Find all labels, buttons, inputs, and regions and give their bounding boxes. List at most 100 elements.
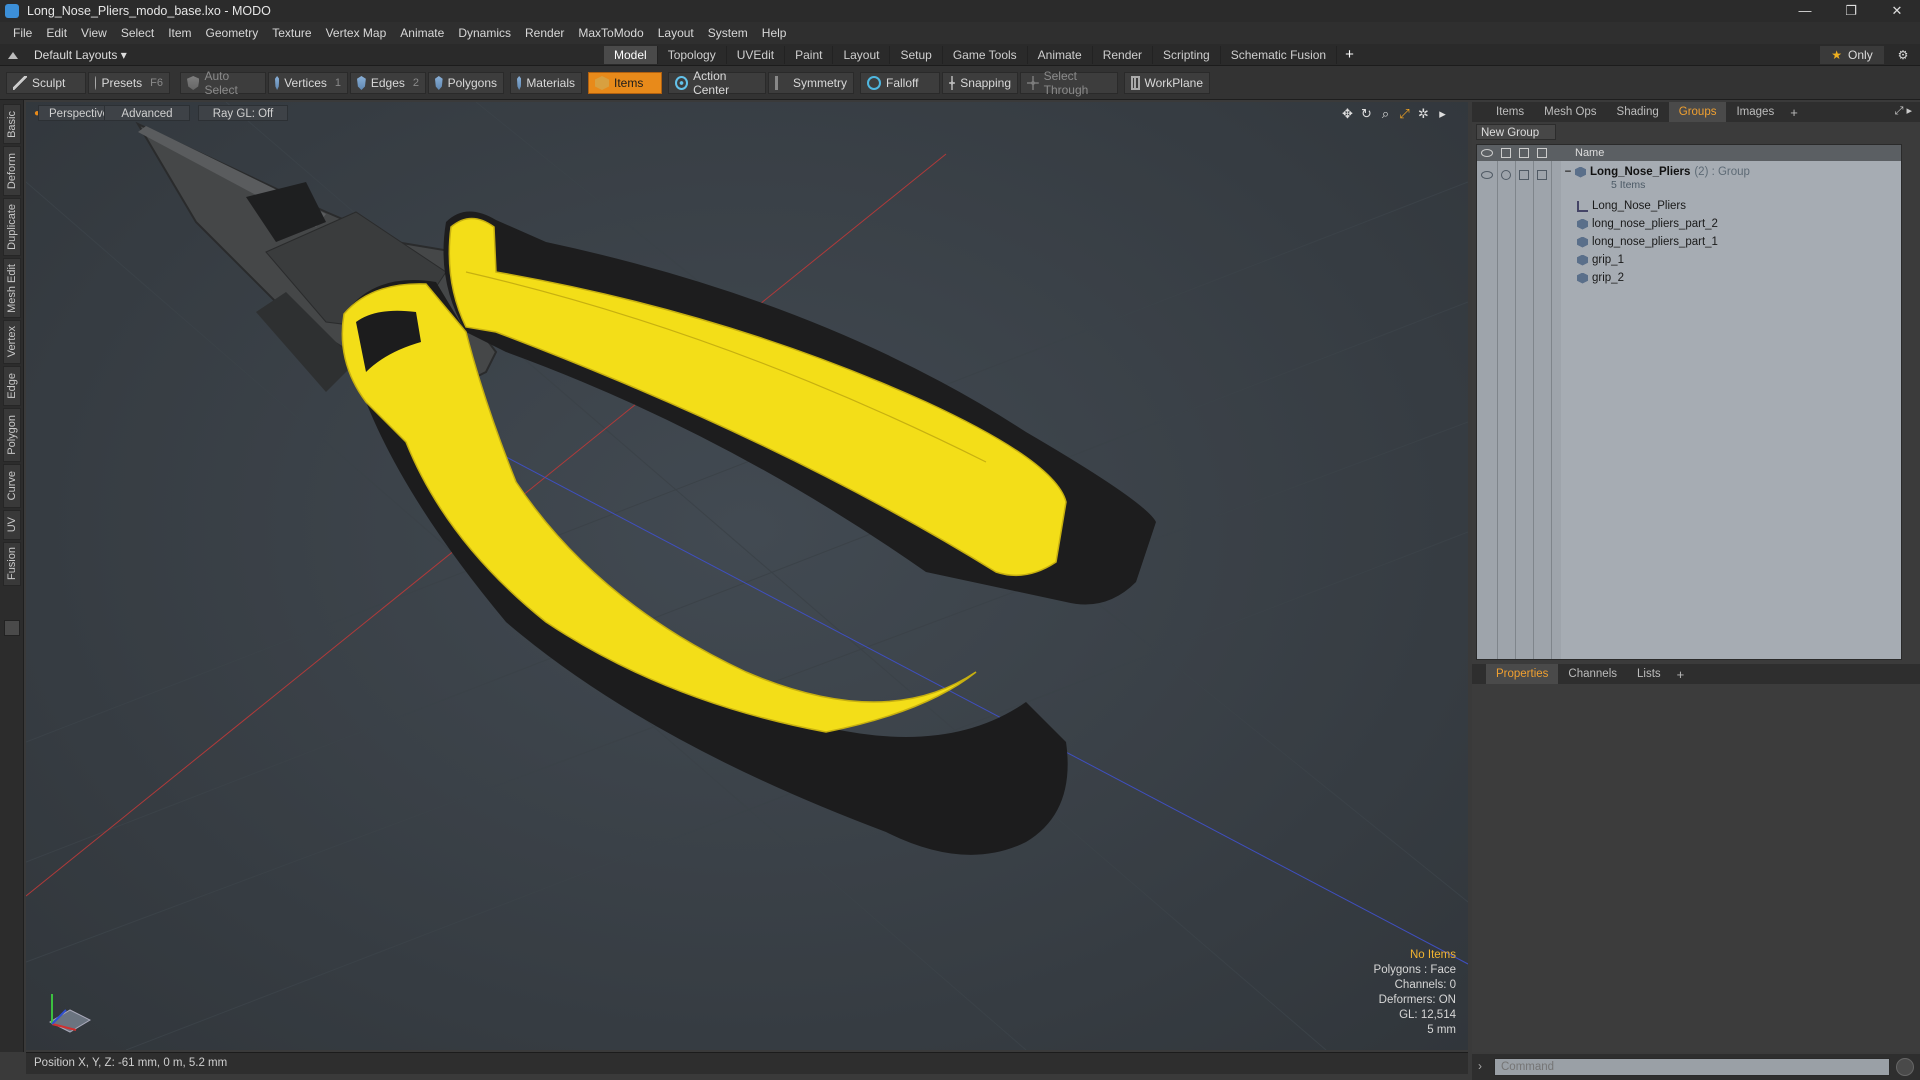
tab-paint[interactable]: Paint xyxy=(785,46,834,64)
only-toggle[interactable]: ★ Only xyxy=(1820,46,1884,64)
edges-button[interactable]: Edges 2 xyxy=(350,72,426,94)
tab-topology[interactable]: Topology xyxy=(658,46,727,64)
pan-icon[interactable]: ✥ xyxy=(1338,106,1357,122)
presets-button[interactable]: Presets F6 xyxy=(88,72,170,94)
tab-setup[interactable]: Setup xyxy=(890,46,943,64)
tab-lists[interactable]: Lists xyxy=(1627,664,1671,684)
gear-icon[interactable]: ⚙ xyxy=(1894,46,1912,64)
tree-row-item[interactable]: long_nose_pliers_part_1 xyxy=(1561,233,1901,251)
vtab-duplicate-label: Duplicate xyxy=(6,204,18,250)
shading-advanced-button[interactable]: Advanced xyxy=(104,105,190,121)
tab-shading[interactable]: Shading xyxy=(1607,102,1669,122)
menu-item[interactable]: Item xyxy=(161,22,198,44)
menu-view[interactable]: View xyxy=(74,22,114,44)
restore-icon[interactable]: ❐ xyxy=(1828,0,1874,22)
menu-animate[interactable]: Animate xyxy=(393,22,451,44)
tab-schematic-fusion[interactable]: Schematic Fusion xyxy=(1221,46,1338,64)
add-panel-tab-button[interactable]: + xyxy=(1784,105,1804,120)
vtab-deform[interactable]: Deform xyxy=(3,146,21,196)
viewport-expand-icon[interactable]: ▸ xyxy=(1433,106,1452,122)
fit-icon[interactable]: ⤢ xyxy=(1395,106,1414,122)
vtab-mesh-edit[interactable]: Mesh Edit xyxy=(3,258,21,318)
tree-row-item[interactable]: Long_Nose_Pliers xyxy=(1561,197,1901,215)
group-visibility-icon[interactable] xyxy=(1481,171,1493,179)
tab-model[interactable]: Model xyxy=(604,46,658,64)
menu-file[interactable]: File xyxy=(6,22,39,44)
vtab-edge[interactable]: Edge xyxy=(3,366,21,406)
group-item-count: 5 Items xyxy=(1611,179,1646,191)
polygons-button[interactable]: Polygons xyxy=(428,72,504,94)
command-input[interactable] xyxy=(1494,1058,1890,1076)
snapping-button[interactable]: Snapping xyxy=(942,72,1018,94)
vtab-curve[interactable]: Curve xyxy=(3,464,21,508)
view-perspective-button[interactable]: Perspective xyxy=(38,105,109,121)
raygl-toggle[interactable]: Ray GL: Off xyxy=(198,105,288,121)
vtab-fusion[interactable]: Fusion xyxy=(3,542,21,586)
materials-button[interactable]: Materials xyxy=(510,72,582,94)
new-group-button[interactable]: New Group xyxy=(1476,124,1556,140)
group-render-icon[interactable] xyxy=(1501,170,1511,180)
collapse-icon[interactable]: − xyxy=(1561,166,1575,178)
tree-row-item[interactable]: grip_1 xyxy=(1561,251,1901,269)
workplane-button[interactable]: WorkPlane xyxy=(1124,72,1210,94)
menu-select[interactable]: Select xyxy=(114,22,161,44)
tab-channels[interactable]: Channels xyxy=(1558,664,1627,684)
zoom-icon[interactable]: ⌕ xyxy=(1376,106,1395,122)
3d-viewport[interactable]: ● Perspective Advanced Ray GL: Off ✥ ↻ ⌕… xyxy=(26,102,1468,1050)
command-history-icon[interactable]: › xyxy=(1478,1059,1482,1073)
vtab-vertex[interactable]: Vertex xyxy=(3,320,21,364)
vtab-basic[interactable]: Basic xyxy=(3,104,21,144)
rotate-icon[interactable]: ↻ xyxy=(1357,106,1376,122)
tab-mesh-ops[interactable]: Mesh Ops xyxy=(1534,102,1606,122)
close-icon[interactable]: ✕ xyxy=(1874,0,1920,22)
minimize-icon[interactable]: — xyxy=(1782,0,1828,22)
vertices-button[interactable]: Vertices 1 xyxy=(268,72,348,94)
menu-maxtomodo[interactable]: MaxToModo xyxy=(571,22,650,44)
select-column-icon[interactable] xyxy=(1537,148,1547,158)
tab-properties[interactable]: Properties xyxy=(1486,664,1559,684)
menu-vertex-map[interactable]: Vertex Map xyxy=(319,22,394,44)
menu-help[interactable]: Help xyxy=(755,22,794,44)
lock-column-icon[interactable] xyxy=(1519,148,1529,158)
panel-expand-icon[interactable]: ⤢ ▸ xyxy=(1895,104,1912,118)
vtab-polygon[interactable]: Polygon xyxy=(3,408,21,462)
toolbox-toggle-button[interactable] xyxy=(4,620,20,636)
tab-items[interactable]: Items xyxy=(1486,102,1534,122)
menu-layout[interactable]: Layout xyxy=(651,22,701,44)
command-run-button[interactable] xyxy=(1896,1058,1914,1076)
default-layouts-dropdown[interactable]: Default Layouts ▾ xyxy=(8,46,127,64)
tab-layout[interactable]: Layout xyxy=(833,46,891,64)
action-center-button[interactable]: Action Center xyxy=(668,69,766,97)
add-tab-button[interactable]: + xyxy=(1337,46,1362,64)
vtab-duplicate[interactable]: Duplicate xyxy=(3,198,21,256)
menu-dynamics[interactable]: Dynamics xyxy=(451,22,518,44)
vtab-uv[interactable]: UV xyxy=(3,510,21,540)
items-button[interactable]: Items xyxy=(588,72,662,94)
tab-uvedit[interactable]: UVEdit xyxy=(727,46,786,64)
menu-system[interactable]: System xyxy=(701,22,755,44)
group-lock-icon[interactable] xyxy=(1519,170,1529,180)
tree-row-item[interactable]: grip_2 xyxy=(1561,269,1901,287)
menu-geometry[interactable]: Geometry xyxy=(199,22,266,44)
menu-edit[interactable]: Edit xyxy=(39,22,74,44)
auto-select-button[interactable]: Auto Select xyxy=(180,69,266,97)
render-column-icon[interactable] xyxy=(1501,148,1511,158)
tab-render[interactable]: Render xyxy=(1093,46,1154,64)
falloff-button[interactable]: Falloff xyxy=(860,72,940,94)
symmetry-button[interactable]: Symmetry xyxy=(768,72,854,94)
select-through-button[interactable]: Select Through xyxy=(1020,69,1118,97)
sculpt-button[interactable]: Sculpt xyxy=(6,72,86,94)
visibility-column-icon[interactable] xyxy=(1481,149,1493,157)
viewport-header: ● Perspective Advanced Ray GL: Off ✥ ↻ ⌕… xyxy=(26,102,1468,124)
tab-groups[interactable]: Groups xyxy=(1668,102,1727,122)
menu-render[interactable]: Render xyxy=(518,22,571,44)
tab-animate[interactable]: Animate xyxy=(1028,46,1093,64)
add-properties-tab-button[interactable]: + xyxy=(1671,667,1691,682)
group-select-icon[interactable] xyxy=(1537,170,1547,180)
tab-images[interactable]: Images xyxy=(1726,102,1784,122)
tree-row-item[interactable]: long_nose_pliers_part_2 xyxy=(1561,215,1901,233)
settings-icon[interactable]: ✲ xyxy=(1414,106,1433,122)
tab-scripting[interactable]: Scripting xyxy=(1153,46,1221,64)
menu-texture[interactable]: Texture xyxy=(265,22,318,44)
tab-game-tools[interactable]: Game Tools xyxy=(943,46,1028,64)
